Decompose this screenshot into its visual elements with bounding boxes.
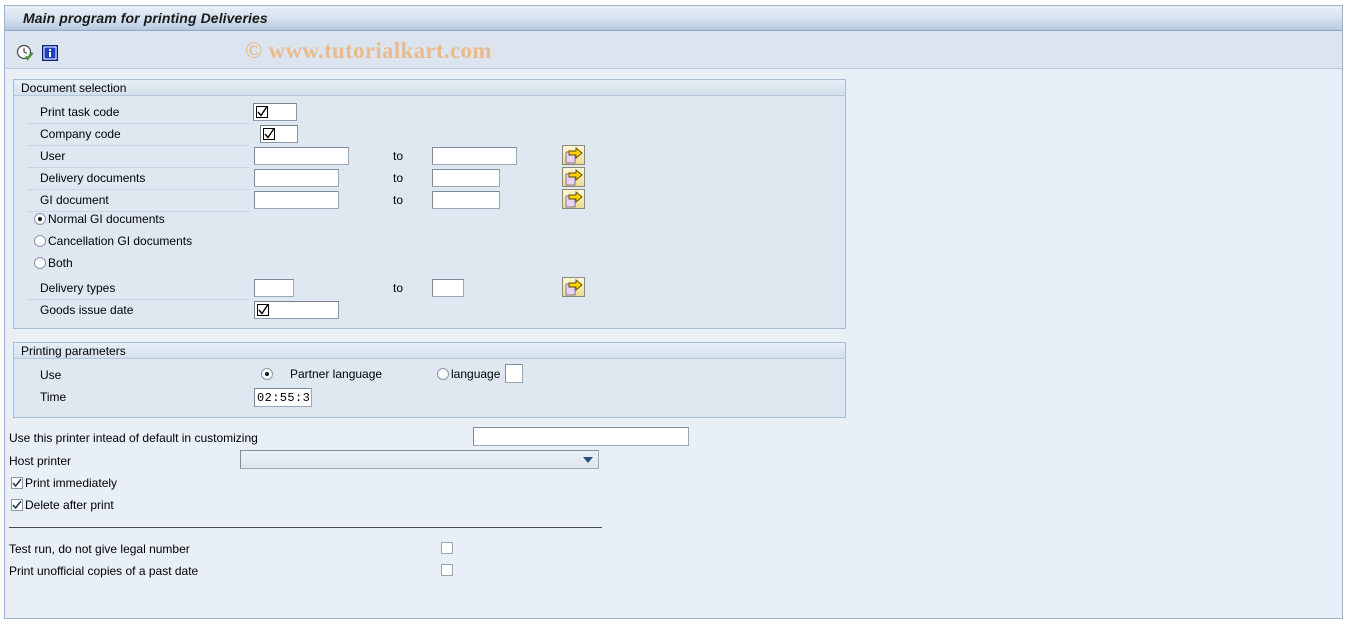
delivery-documents-to-label: to — [393, 171, 404, 185]
multi-select-arrow-icon — [565, 191, 583, 208]
checked-box-glyph-icon — [256, 106, 268, 118]
delivery-documents-to-input[interactable] — [432, 169, 500, 187]
radio-label-language: language — [451, 367, 501, 381]
chevron-down-icon — [583, 457, 593, 463]
radio-label-partner-language: Partner language — [290, 367, 383, 381]
group-document-selection: Document selection Print task code Compa… — [13, 79, 846, 329]
checkbox-delete-after-print[interactable] — [11, 499, 23, 511]
delivery-types-multiple-selection-button[interactable] — [562, 277, 585, 297]
radio-language[interactable] — [437, 368, 449, 380]
language-code-input[interactable] — [505, 364, 523, 383]
company-code-field[interactable] — [260, 125, 298, 143]
print-task-code-field[interactable] — [253, 103, 297, 121]
label-user: User — [40, 149, 66, 163]
gi-document-multiple-selection-button[interactable] — [562, 189, 585, 209]
application-toolbar — [4, 31, 1343, 69]
label-row-company-code: Company code — [28, 124, 250, 146]
information-icon[interactable] — [42, 45, 58, 61]
radio-partner-language[interactable] — [261, 368, 273, 380]
checkbox-test-run[interactable] — [441, 542, 453, 554]
label-host-printer: Host printer — [9, 454, 72, 468]
delivery-documents-from-input[interactable] — [254, 169, 339, 187]
group-printing-parameters: Printing parameters Use Partner language… — [13, 342, 846, 418]
checkbox-label-print-immediately: Print immediately — [25, 476, 118, 490]
label-row-delivery-documents: Delivery documents — [28, 168, 250, 190]
label-print-task-code: Print task code — [40, 105, 120, 119]
gi-document-from-input[interactable] — [254, 191, 339, 209]
screen-canvas: Document selection Print task code Compa… — [4, 69, 1343, 619]
delivery-documents-multiple-selection-button[interactable] — [562, 167, 585, 187]
host-printer-dropdown[interactable] — [240, 450, 599, 469]
delivery-types-from-input[interactable] — [254, 279, 294, 297]
checkmark-icon — [12, 478, 22, 488]
section-divider — [9, 527, 602, 528]
checked-box-glyph-icon — [257, 304, 269, 316]
label-print-unofficial-copies: Print unofficial copies of a past date — [9, 564, 199, 578]
label-row-delivery-types: Delivery types — [28, 278, 250, 300]
group-document-selection-legend: Document selection — [21, 81, 127, 95]
radio-label-cancellation-gi-documents: Cancellation GI documents — [48, 234, 193, 248]
checkbox-print-immediately[interactable] — [11, 477, 23, 489]
label-row-goods-issue-date: Goods issue date — [28, 300, 250, 322]
label-gi-document: GI document — [40, 193, 109, 207]
multi-select-arrow-icon — [565, 169, 583, 186]
radio-label-normal-gi-documents: Normal GI documents — [48, 212, 165, 226]
user-multiple-selection-button[interactable] — [562, 145, 585, 165]
multi-select-arrow-icon — [565, 147, 583, 164]
delivery-types-to-label: to — [393, 281, 404, 295]
label-test-run: Test run, do not give legal number — [9, 542, 190, 556]
user-to-label: to — [393, 149, 404, 163]
printer-override-input[interactable] — [473, 427, 689, 446]
multi-select-arrow-icon — [565, 279, 583, 296]
label-delivery-documents: Delivery documents — [40, 171, 146, 185]
radio-cancellation-gi-documents[interactable] — [34, 235, 46, 247]
label-time: Time — [40, 390, 67, 404]
label-delivery-types: Delivery types — [40, 281, 116, 295]
page-title: Main program for printing Deliveries — [23, 10, 268, 26]
user-to-input[interactable] — [432, 147, 517, 165]
window-title-bar: Main program for printing Deliveries — [4, 5, 1343, 31]
label-company-code: Company code — [40, 127, 121, 141]
label-row-print-task-code: Print task code — [28, 102, 250, 124]
radio-normal-gi-documents[interactable] — [34, 213, 46, 225]
sap-selection-screen: Main program for printing Deliveries © w… — [0, 0, 1358, 624]
gi-document-to-label: to — [393, 193, 404, 207]
gi-document-to-input[interactable] — [432, 191, 500, 209]
label-use: Use — [40, 368, 62, 382]
user-from-input[interactable] — [254, 147, 349, 165]
label-row-gi-document: GI document — [28, 190, 250, 212]
time-input[interactable] — [254, 388, 312, 407]
radio-label-both: Both — [48, 256, 73, 270]
label-printer-override: Use this printer intead of default in cu… — [9, 431, 258, 445]
delivery-types-to-input[interactable] — [432, 279, 464, 297]
group-document-selection-header: Document selection — [14, 80, 845, 96]
label-row-user: User — [28, 146, 250, 168]
checkbox-label-delete-after-print: Delete after print — [25, 498, 114, 512]
checked-box-glyph-icon — [263, 128, 275, 140]
group-printing-parameters-legend: Printing parameters — [21, 344, 126, 358]
radio-both[interactable] — [34, 257, 46, 269]
clock-check-execute-icon[interactable] — [16, 44, 35, 63]
checkmark-icon — [12, 500, 22, 510]
group-printing-parameters-header: Printing parameters — [14, 343, 845, 359]
label-goods-issue-date: Goods issue date — [40, 303, 134, 317]
checkbox-print-unofficial-copies[interactable] — [441, 564, 453, 576]
goods-issue-date-field[interactable] — [254, 301, 339, 319]
